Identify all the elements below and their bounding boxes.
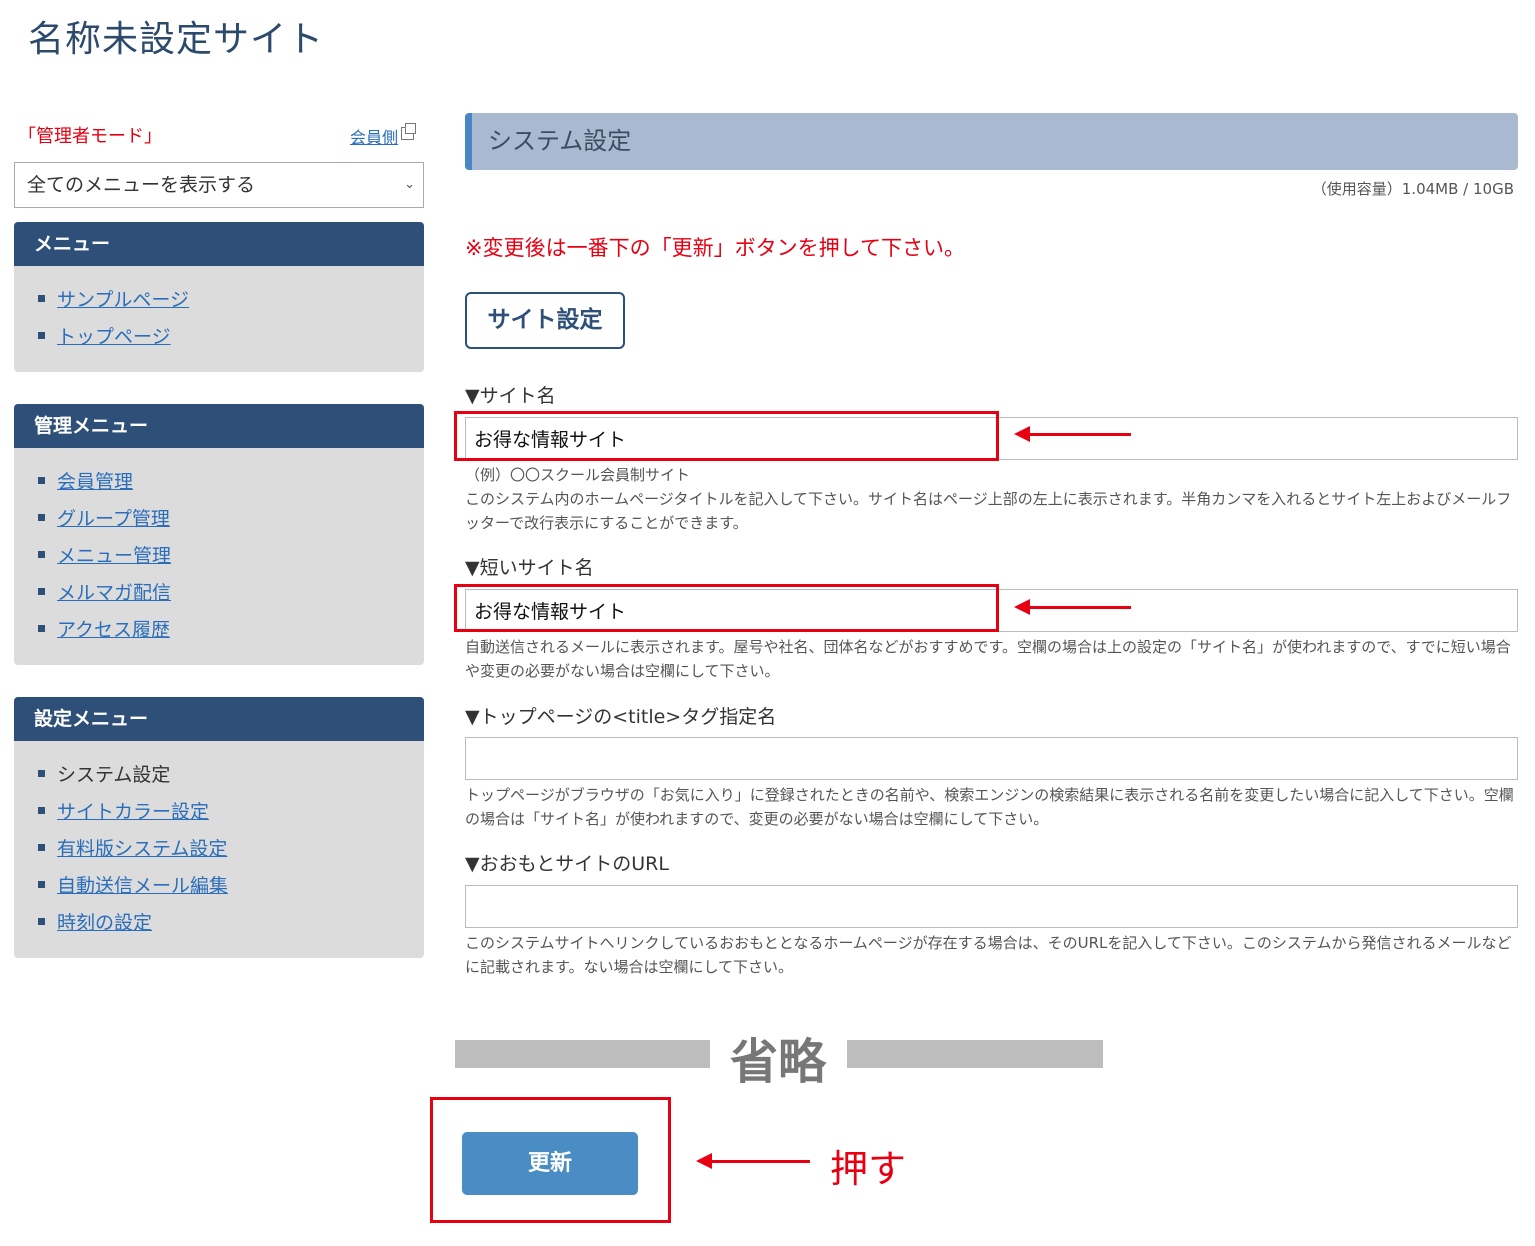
menu-item-sample-page[interactable]: サンプルページ xyxy=(57,289,189,311)
short-site-name-input[interactable] xyxy=(465,589,1518,632)
menu-item: 自動送信メール編集 xyxy=(38,868,424,905)
bullet-icon xyxy=(38,514,45,521)
bullet-icon xyxy=(38,807,45,814)
section-title: システム設定 xyxy=(465,113,1518,170)
site-title: 名称未設定サイト xyxy=(28,19,325,60)
menu-item: サンプルページ xyxy=(38,282,424,319)
bullet-icon xyxy=(38,332,45,339)
bullet-icon xyxy=(38,881,45,888)
omit-bar-left xyxy=(455,1040,710,1068)
arrow-left-icon xyxy=(1014,599,1131,615)
tab-site-settings[interactable]: サイト設定 xyxy=(465,292,625,349)
menu-item: トップページ xyxy=(38,319,424,356)
member-side-link-label: 会員側 xyxy=(350,128,399,147)
settings-menu-panel-title: 設定メニュー xyxy=(14,697,424,741)
update-button[interactable]: 更新 xyxy=(462,1132,638,1195)
menu-item: 会員管理 xyxy=(38,464,424,501)
menu-display-select[interactable]: 全てのメニューを表示する ⌄ xyxy=(14,162,424,208)
top-title-label: ▼トップページの<title>タグ指定名 xyxy=(465,706,777,728)
menu-item-system-settings-current: システム設定 xyxy=(57,764,171,786)
bullet-icon xyxy=(38,551,45,558)
menu-item-group-management[interactable]: グループ管理 xyxy=(57,508,170,530)
bullet-icon xyxy=(38,477,45,484)
menu-item: メルマガ配信 xyxy=(38,575,424,612)
menu-item: アクセス履歴 xyxy=(38,612,424,649)
menu-item-paid-system-settings[interactable]: 有料版システム設定 xyxy=(57,838,227,860)
top-title-help: トップページがブラウザの「お気に入り」に登録されたときの名前や、検索エンジンの検… xyxy=(465,786,1514,828)
site-name-input[interactable] xyxy=(465,417,1518,460)
bullet-icon xyxy=(38,625,45,632)
push-annotation: 押す xyxy=(830,1147,907,1191)
menu-item-site-color[interactable]: サイトカラー設定 xyxy=(57,801,209,823)
main-url-label: ▼おおもとサイトのURL xyxy=(465,853,669,875)
menu-panel: メニュー サンプルページ トップページ xyxy=(14,222,424,372)
menu-item-access-history[interactable]: アクセス履歴 xyxy=(57,619,170,641)
external-window-icon xyxy=(401,123,417,140)
menu-item-menu-management[interactable]: メニュー管理 xyxy=(57,545,171,567)
main-url-input[interactable] xyxy=(465,885,1518,928)
menu-panel-title: メニュー xyxy=(14,222,424,266)
menu-item: システム設定 xyxy=(38,757,424,794)
menu-item: メニュー管理 xyxy=(38,538,424,575)
member-side-link[interactable]: 会員側 xyxy=(350,123,417,148)
arrow-left-icon xyxy=(1014,426,1131,442)
menu-item-auto-mail-edit[interactable]: 自動送信メール編集 xyxy=(57,875,228,897)
menu-item: 時刻の設定 xyxy=(38,905,424,942)
settings-menu-panel: 設定メニュー システム設定 サイトカラー設定 有料版システム設定 自動送信メール… xyxy=(14,697,424,958)
menu-item: 有料版システム設定 xyxy=(38,831,424,868)
admin-menu-panel-title: 管理メニュー xyxy=(14,404,424,448)
site-name-help: このシステム内のホームページタイトルを記入して下さい。サイト名はページ上部の左上… xyxy=(465,490,1512,532)
bullet-icon xyxy=(38,770,45,777)
main-url-help: このシステムサイトへリンクしているおおもととなるホームページが存在する場合は、そ… xyxy=(465,934,1512,976)
top-title-input[interactable] xyxy=(465,737,1518,780)
bullet-icon xyxy=(38,588,45,595)
admin-menu-panel: 管理メニュー 会員管理 グループ管理 メニュー管理 メルマガ配信 アクセス履歴 xyxy=(14,404,424,665)
menu-item-newsletter[interactable]: メルマガ配信 xyxy=(57,582,171,604)
menu-item-member-management[interactable]: 会員管理 xyxy=(57,471,133,493)
update-notice: ※変更後は一番下の「更新」ボタンを押して下さい。 xyxy=(465,236,965,260)
chevron-down-icon: ⌄ xyxy=(404,177,415,192)
bullet-icon xyxy=(38,295,45,302)
bullet-icon xyxy=(38,918,45,925)
admin-mode-label: 「管理者モード」 xyxy=(18,126,162,147)
storage-usage: （使用容量）1.04MB / 10GB xyxy=(1311,180,1514,198)
omitted-label: 省略 xyxy=(730,1034,827,1090)
menu-item: グループ管理 xyxy=(38,501,424,538)
menu-item: サイトカラー設定 xyxy=(38,794,424,831)
site-name-label: ▼サイト名 xyxy=(465,385,556,407)
short-site-name-label: ▼短いサイト名 xyxy=(465,557,594,579)
menu-display-select-value: 全てのメニューを表示する xyxy=(27,174,256,196)
bullet-icon xyxy=(38,844,45,851)
site-name-example: （例）〇〇スクール会員制サイト xyxy=(465,466,691,484)
omit-bar-right xyxy=(847,1040,1103,1068)
short-site-name-help: 自動送信されるメールに表示されます。屋号や社名、団体名などがおすすめです。空欄の… xyxy=(465,638,1511,680)
menu-item-top-page[interactable]: トップページ xyxy=(57,326,171,348)
menu-item-time-settings[interactable]: 時刻の設定 xyxy=(57,912,152,934)
arrow-left-icon xyxy=(696,1153,810,1169)
